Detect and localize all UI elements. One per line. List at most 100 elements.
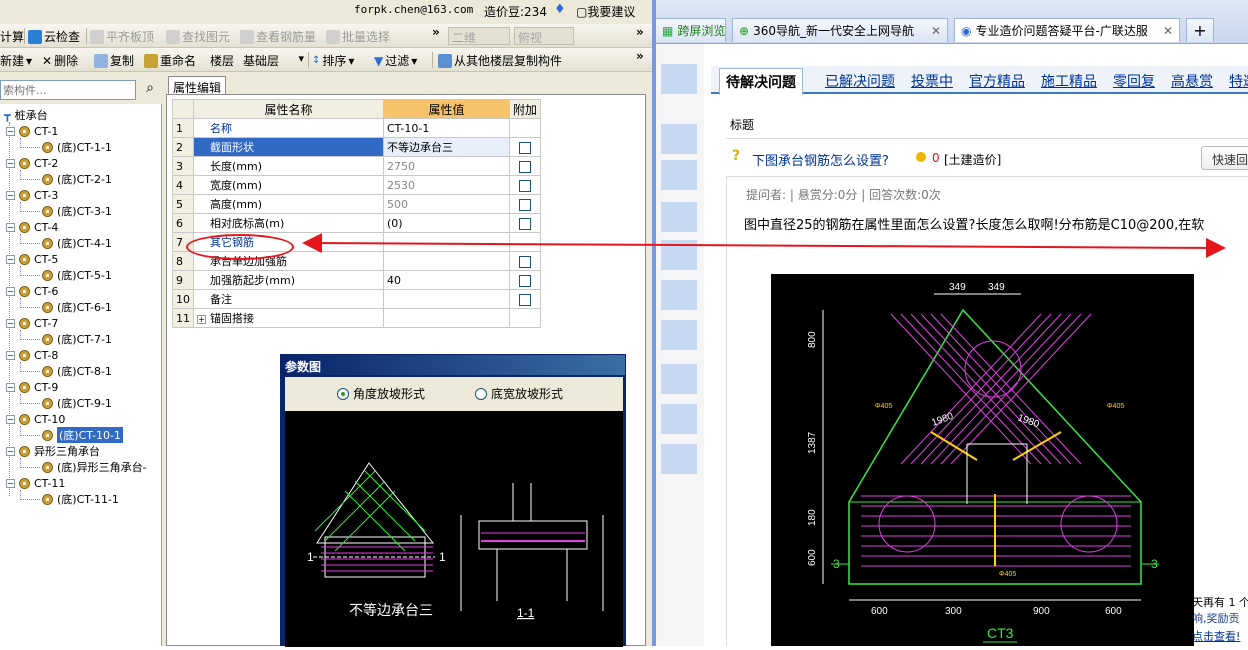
extra-checkbox[interactable]: [519, 141, 531, 154]
extra-checkbox[interactable]: [519, 160, 531, 173]
find-element-button[interactable]: 查找图元: [166, 28, 230, 45]
property-value[interactable]: 2530: [383, 175, 510, 195]
collapse-icon[interactable]: −: [6, 350, 15, 360]
tree-group-12[interactable]: − CT-11: [6, 476, 65, 490]
suggest-link[interactable]: ▢我要建议: [576, 3, 635, 20]
tree-item[interactable]: (底)CT-9-1: [42, 396, 112, 410]
tree-group-8[interactable]: − CT-8: [6, 348, 58, 362]
floor-select[interactable]: 基础层 ▾: [240, 51, 306, 69]
collapse-icon[interactable]: −: [6, 222, 15, 232]
tree-group-10[interactable]: − CT-10: [6, 412, 65, 426]
collapse-icon[interactable]: −: [6, 254, 15, 264]
nav-block[interactable]: [661, 160, 697, 190]
collapse-icon[interactable]: −: [6, 190, 15, 200]
nav-block[interactable]: [661, 124, 697, 154]
tab-property-edit[interactable]: 属性编辑: [168, 76, 226, 95]
property-value[interactable]: 40: [383, 270, 510, 290]
tree-item[interactable]: (底)CT-10-1: [42, 427, 123, 443]
rename-button[interactable]: 重命名: [144, 52, 196, 69]
tree-group-7[interactable]: − CT-7: [6, 316, 58, 330]
copy-button[interactable]: 复制: [94, 52, 134, 69]
tree-item[interactable]: (底)CT-11-1: [42, 492, 119, 506]
property-value[interactable]: [383, 289, 510, 309]
tree-item[interactable]: (底)CT-8-1: [42, 364, 112, 378]
question-link[interactable]: 下图承台钢筋怎么设置?: [752, 150, 889, 169]
tab-pending[interactable]: 待解决问题: [719, 68, 803, 95]
property-row[interactable]: 6 相对底标高(m) (0): [172, 213, 542, 233]
close-tab-icon[interactable]: ✕: [1163, 24, 1173, 38]
tree-item[interactable]: (底)CT-3-1: [42, 204, 112, 218]
property-value[interactable]: [383, 251, 510, 271]
property-row[interactable]: 3 长度(mm) 2750: [172, 156, 542, 176]
tree-root[interactable]: ┳ 桩承台: [4, 108, 48, 123]
extra-checkbox[interactable]: [519, 179, 531, 192]
sort-button[interactable]: ↕ 排序 ▾: [312, 52, 354, 69]
tab-zero-reply[interactable]: 零回复: [1113, 71, 1155, 91]
tree-item[interactable]: (底)CT-6-1: [42, 300, 112, 314]
new-tab-button[interactable]: +: [1186, 18, 1214, 42]
radio-width-slope[interactable]: 底宽放坡形式: [475, 385, 563, 402]
view-2d-select[interactable]: 二维: [448, 27, 510, 45]
property-value[interactable]: [383, 308, 510, 328]
extra-checkbox[interactable]: [519, 255, 531, 268]
tab-voting[interactable]: 投票中: [911, 71, 953, 91]
tree-group-1[interactable]: − CT-1: [6, 124, 58, 138]
delete-button[interactable]: ✕ 删除: [42, 52, 78, 69]
new-button[interactable]: 新建 ▾: [0, 52, 32, 69]
tree-group-4[interactable]: − CT-4: [6, 220, 58, 234]
overflow-chevron-2[interactable]: »: [636, 25, 644, 39]
property-row[interactable]: 1 名称 CT-10-1: [172, 118, 542, 138]
property-row[interactable]: 4 宽度(mm) 2530: [172, 175, 542, 195]
nav-block[interactable]: [661, 364, 697, 394]
tab-construction[interactable]: 施工精品: [1041, 71, 1097, 91]
tree-group-11[interactable]: − 异形三角承台: [6, 444, 100, 458]
nav-block[interactable]: [661, 280, 697, 310]
nav-block[interactable]: [661, 404, 697, 434]
batch-select-button[interactable]: 批量选择: [326, 28, 390, 45]
tree-item[interactable]: (底)CT-7-1: [42, 332, 112, 346]
tree-group-2[interactable]: − CT-2: [6, 156, 58, 170]
tree-group-5[interactable]: − CT-5: [6, 252, 58, 266]
tab-high-reward[interactable]: 高悬赏: [1171, 71, 1213, 91]
property-value[interactable]: 不等边承台三: [383, 137, 510, 157]
align-top-button[interactable]: 平齐板顶: [90, 28, 154, 45]
search-icon[interactable]: ⌕: [140, 80, 160, 100]
collapse-icon[interactable]: −: [6, 286, 15, 296]
tab-360-nav[interactable]: ⊕ 360导航_新一代安全上网导航 ✕: [732, 18, 948, 42]
property-row[interactable]: 2 截面形状 不等边承台三: [172, 137, 542, 157]
filter-button[interactable]: ▼ 过滤 ▾: [374, 52, 417, 69]
tree-item[interactable]: (底)异形三角承台-: [42, 460, 147, 474]
nav-block[interactable]: [661, 240, 697, 270]
property-value[interactable]: CT-10-1: [383, 118, 510, 138]
expand-icon[interactable]: +: [197, 315, 206, 324]
copy-from-floor-button[interactable]: 从其他楼层复制构件: [438, 52, 562, 69]
cloud-check-button[interactable]: 云检查: [28, 28, 80, 45]
tree-group-9[interactable]: − CT-9: [6, 380, 58, 394]
tree-item[interactable]: (底)CT-2-1: [42, 172, 112, 186]
tree-group-6[interactable]: − CT-6: [6, 284, 58, 298]
tree-group-3[interactable]: − CT-3: [6, 188, 58, 202]
radio-angle-slope[interactable]: 角度放坡形式: [337, 385, 425, 402]
property-row[interactable]: 5 高度(mm) 500: [172, 194, 542, 214]
collapse-icon[interactable]: −: [6, 158, 15, 168]
property-row[interactable]: 10 备注: [172, 289, 542, 309]
tree-item[interactable]: (底)CT-5-1: [42, 268, 112, 282]
nav-block[interactable]: [661, 320, 697, 350]
search-input[interactable]: [0, 80, 136, 100]
calc-button[interactable]: 计算: [0, 28, 24, 45]
property-value[interactable]: (0): [383, 213, 510, 233]
extra-checkbox[interactable]: [519, 198, 531, 211]
view-mode-select[interactable]: 俯视: [514, 27, 574, 45]
collapse-icon[interactable]: −: [6, 446, 15, 456]
tree-item[interactable]: (底)CT-1-1: [42, 140, 112, 154]
property-row[interactable]: 9 加强筋起步(mm) 40: [172, 270, 542, 290]
extra-checkbox[interactable]: [519, 217, 531, 230]
property-value[interactable]: 500: [383, 194, 510, 214]
collapse-icon[interactable]: −: [6, 318, 15, 328]
tab-official[interactable]: 官方精品: [969, 71, 1025, 91]
quick-answer-button[interactable]: 快速回: [1201, 146, 1248, 170]
collapse-icon[interactable]: −: [6, 382, 15, 392]
nav-block[interactable]: [661, 202, 697, 232]
close-tab-icon[interactable]: ✕: [931, 24, 941, 38]
view-rebar-button[interactable]: 查看钢筋量: [240, 28, 316, 45]
